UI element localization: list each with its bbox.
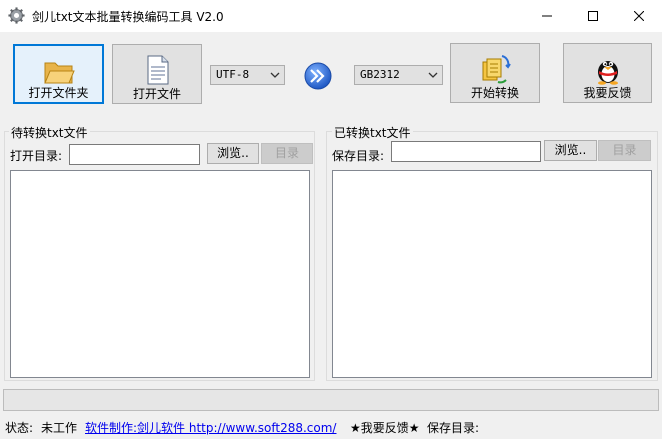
target-browse-button[interactable]: 浏览..: [544, 140, 597, 161]
chevron-down-icon: [428, 72, 438, 78]
source-group-title: 待转换txt文件: [9, 124, 90, 141]
window-title: 剑儿txt文本批量转换编码工具 V2.0: [32, 10, 224, 24]
source-encoding-select[interactable]: UTF-8: [210, 65, 285, 85]
author-link[interactable]: 软件制作:剑儿软件 http://www.soft288.com/: [85, 419, 336, 436]
open-file-button[interactable]: 打开文件: [112, 44, 202, 104]
chevron-down-icon: [270, 72, 280, 78]
target-encoding-select[interactable]: GB2312: [354, 65, 443, 85]
save-dir-label: 保存目录:: [332, 149, 385, 163]
open-dir-label: 打开目录:: [10, 149, 63, 163]
save-dir-input[interactable]: [391, 141, 541, 162]
open-folder-button[interactable]: 打开文件夹: [13, 44, 104, 104]
start-convert-label: 开始转换: [470, 86, 519, 100]
progress-bar: [3, 389, 659, 411]
maximize-button[interactable]: [570, 0, 616, 32]
feedback-label: 我要反馈: [583, 86, 632, 100]
source-browse-button[interactable]: 浏览..: [207, 143, 259, 164]
title-bar: 剑儿txt文本批量转换编码工具 V2.0: [0, 0, 662, 32]
penguin-icon: [597, 61, 618, 85]
gear-icon: [8, 7, 25, 24]
minimize-button[interactable]: [524, 0, 570, 32]
source-file-list[interactable]: [10, 170, 310, 378]
close-icon: [634, 11, 644, 21]
close-button[interactable]: [616, 0, 662, 32]
target-dir-button[interactable]: 目录: [598, 140, 651, 161]
feedback-link[interactable]: ★我要反馈★: [350, 419, 420, 436]
maximize-icon: [588, 11, 598, 21]
source-dir-button[interactable]: 目录: [261, 143, 313, 164]
source-encoding-value: UTF-8: [216, 68, 250, 81]
convert-arrow-icon: [304, 62, 332, 90]
status-value: 未工作: [41, 421, 78, 435]
open-dir-input[interactable]: [69, 144, 200, 165]
target-group-title: 已转换txt文件: [332, 124, 413, 141]
document-icon: [147, 55, 169, 85]
open-file-label: 打开文件: [132, 87, 181, 101]
status-label: 状态:: [5, 421, 34, 435]
target-file-list[interactable]: [332, 170, 652, 378]
minimize-icon: [542, 15, 552, 17]
start-convert-button[interactable]: 开始转换: [450, 43, 540, 103]
status-save-dir-label: 保存目录:: [427, 421, 480, 435]
feedback-button[interactable]: 我要反馈: [563, 43, 652, 103]
open-folder-label: 打开文件夹: [28, 86, 89, 100]
convert-files-icon: [482, 55, 511, 84]
folder-open-icon: [43, 62, 75, 84]
target-encoding-value: GB2312: [360, 68, 400, 81]
